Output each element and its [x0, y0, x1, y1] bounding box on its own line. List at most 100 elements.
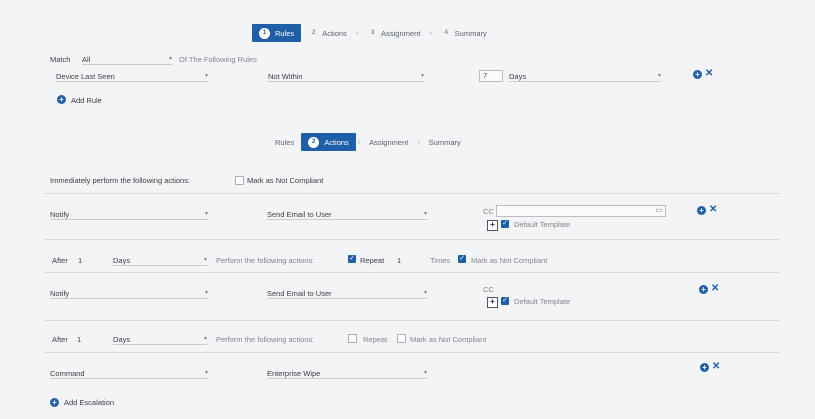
add-action-icon[interactable]: +: [700, 363, 709, 372]
mark-noncompliant-checkbox[interactable]: [397, 334, 406, 343]
chevron-down-icon: ▾: [423, 290, 427, 296]
tab-rules[interactable]: 1 Rules: [252, 24, 302, 42]
close-icon[interactable]: ✕: [712, 361, 720, 372]
repeat-checkbox[interactable]: ✓: [348, 255, 356, 263]
chevron-down-icon: ▾: [168, 56, 172, 62]
mark-noncompliant-checkbox[interactable]: [235, 176, 244, 185]
perform-label: Perform the following actions:: [216, 256, 315, 265]
repeat-count[interactable]: 1: [397, 256, 401, 265]
tab-actions[interactable]: 2 Actions: [301, 133, 356, 151]
after-unit-select[interactable]: Days ▾: [113, 332, 207, 345]
mark-noncompliant-label: Mark as Not Compliant: [471, 256, 548, 265]
mark-noncompliant-checkbox[interactable]: ✓: [458, 255, 466, 263]
add-rule-row-icon[interactable]: +: [693, 70, 702, 79]
default-template-checkbox[interactable]: ✓: [501, 220, 509, 228]
action-value: Enterprise Wipe: [267, 369, 321, 378]
match-select[interactable]: All ▾: [82, 52, 172, 65]
close-icon[interactable]: ✕: [711, 283, 719, 294]
rule-unit-select[interactable]: Days ▾: [509, 69, 661, 82]
chevron-down-icon: ▾: [203, 336, 207, 342]
cc-label: CC: [483, 285, 494, 294]
chevron-down-icon: ▾: [657, 73, 661, 79]
rule-operator-select[interactable]: Not Within ▾: [268, 69, 424, 82]
add-escalation-icon[interactable]: +: [50, 398, 59, 407]
tab-assignment[interactable]: Assignment: [362, 133, 415, 151]
action-type-value: Command: [50, 369, 85, 378]
chevron-down-icon: ▾: [420, 73, 424, 79]
add-rule-link[interactable]: Add Rule: [71, 96, 102, 105]
match-value: All: [82, 55, 91, 64]
after-unit-value: Days: [113, 256, 131, 265]
chevron-down-icon: ▾: [203, 257, 207, 263]
after-label: After: [52, 256, 68, 265]
after-unit-select[interactable]: Days ▾: [113, 253, 207, 266]
add-action-icon[interactable]: +: [697, 206, 706, 215]
chevron-right-icon: ›: [417, 138, 420, 146]
step-number: 2: [308, 136, 320, 148]
action-select[interactable]: Send Email to User ▾: [267, 286, 427, 299]
tab-summary[interactable]: Summary: [422, 133, 468, 151]
add-rule-icon[interactable]: +: [57, 95, 66, 104]
chevron-down-icon: ▾: [204, 73, 208, 79]
cc-input[interactable]: ▭: [496, 205, 666, 217]
mark-noncompliant-label: Mark as Not Compliant: [410, 335, 487, 344]
close-icon[interactable]: ✕: [709, 204, 717, 215]
match-label: Match: [50, 55, 71, 64]
repeat-checkbox[interactable]: [348, 334, 357, 343]
action-select[interactable]: Enterprise Wipe ▾: [267, 366, 427, 379]
rule-unit-value: Days: [509, 72, 527, 81]
step-number: 1: [259, 27, 270, 39]
action-type-value: Notify: [50, 210, 70, 219]
chevron-down-icon: ▾: [204, 211, 208, 217]
step-label: Assignment: [381, 28, 421, 38]
divider: [44, 193, 780, 194]
default-template-label: Default Template: [514, 297, 571, 306]
rule-value-input[interactable]: 7: [479, 70, 503, 82]
perform-label: Perform the following actions:: [216, 335, 315, 344]
chevron-down-icon: ▾: [423, 211, 427, 217]
chevron-right-icon: ›: [429, 29, 432, 37]
action-type-select[interactable]: Command ▾: [50, 366, 208, 379]
repeat-label: Repeat: [360, 256, 385, 265]
tab-rules[interactable]: Rules: [268, 133, 301, 151]
add-template-icon[interactable]: +: [487, 297, 498, 308]
rule-operator-value: Not Within: [268, 72, 303, 81]
step-number: 3: [370, 30, 375, 36]
contact-icon: ▭: [655, 207, 662, 214]
following-rules-label: Of The Following Rules: [179, 55, 257, 64]
step-label: Actions: [324, 137, 349, 147]
action-select[interactable]: Send Email to User ▾: [267, 207, 427, 220]
add-action-icon[interactable]: +: [699, 285, 708, 294]
step-label: Actions: [322, 28, 347, 38]
tab-summary[interactable]: 4 Summary: [434, 24, 494, 42]
close-icon[interactable]: ✕: [705, 68, 713, 79]
step-label: Rules: [275, 28, 295, 38]
divider: [44, 272, 780, 273]
step-label: Summary: [428, 137, 461, 147]
tab-actions[interactable]: 2 Actions: [301, 24, 354, 42]
rule-attribute-select[interactable]: Device Last Seen ▾: [56, 69, 208, 82]
action-value: Send Email to User: [267, 289, 332, 298]
immediately-label: Immediately perform the following action…: [50, 176, 191, 185]
chevron-down-icon: ▾: [204, 370, 208, 376]
action-type-value: Notify: [50, 289, 70, 298]
default-template-checkbox[interactable]: ✓: [501, 297, 509, 305]
chevron-right-icon: ›: [355, 29, 359, 37]
after-count[interactable]: 1: [77, 335, 81, 344]
wizard-mid: Rules 2 Actions › Assignment › Summary: [268, 133, 468, 151]
tab-assignment[interactable]: 3 Assignment: [360, 24, 427, 42]
add-escalation-link[interactable]: Add Escalation: [64, 398, 114, 407]
divider: [44, 239, 780, 240]
times-label: Times: [430, 256, 451, 265]
after-label: After: [52, 335, 68, 344]
divider: [44, 352, 780, 353]
add-template-icon[interactable]: +: [487, 220, 498, 231]
repeat-label: Repeat: [363, 335, 388, 344]
action-type-select[interactable]: Notify ▾: [50, 207, 208, 220]
chevron-right-icon: ›: [357, 138, 361, 146]
chevron-down-icon: ▾: [423, 370, 427, 376]
action-type-select[interactable]: Notify ▾: [50, 286, 208, 299]
after-count[interactable]: 1: [78, 256, 82, 265]
wizard-top: 1 Rules 2 Actions › 3 Assignment › 4 Sum…: [252, 24, 494, 42]
step-number: 4: [444, 30, 448, 36]
